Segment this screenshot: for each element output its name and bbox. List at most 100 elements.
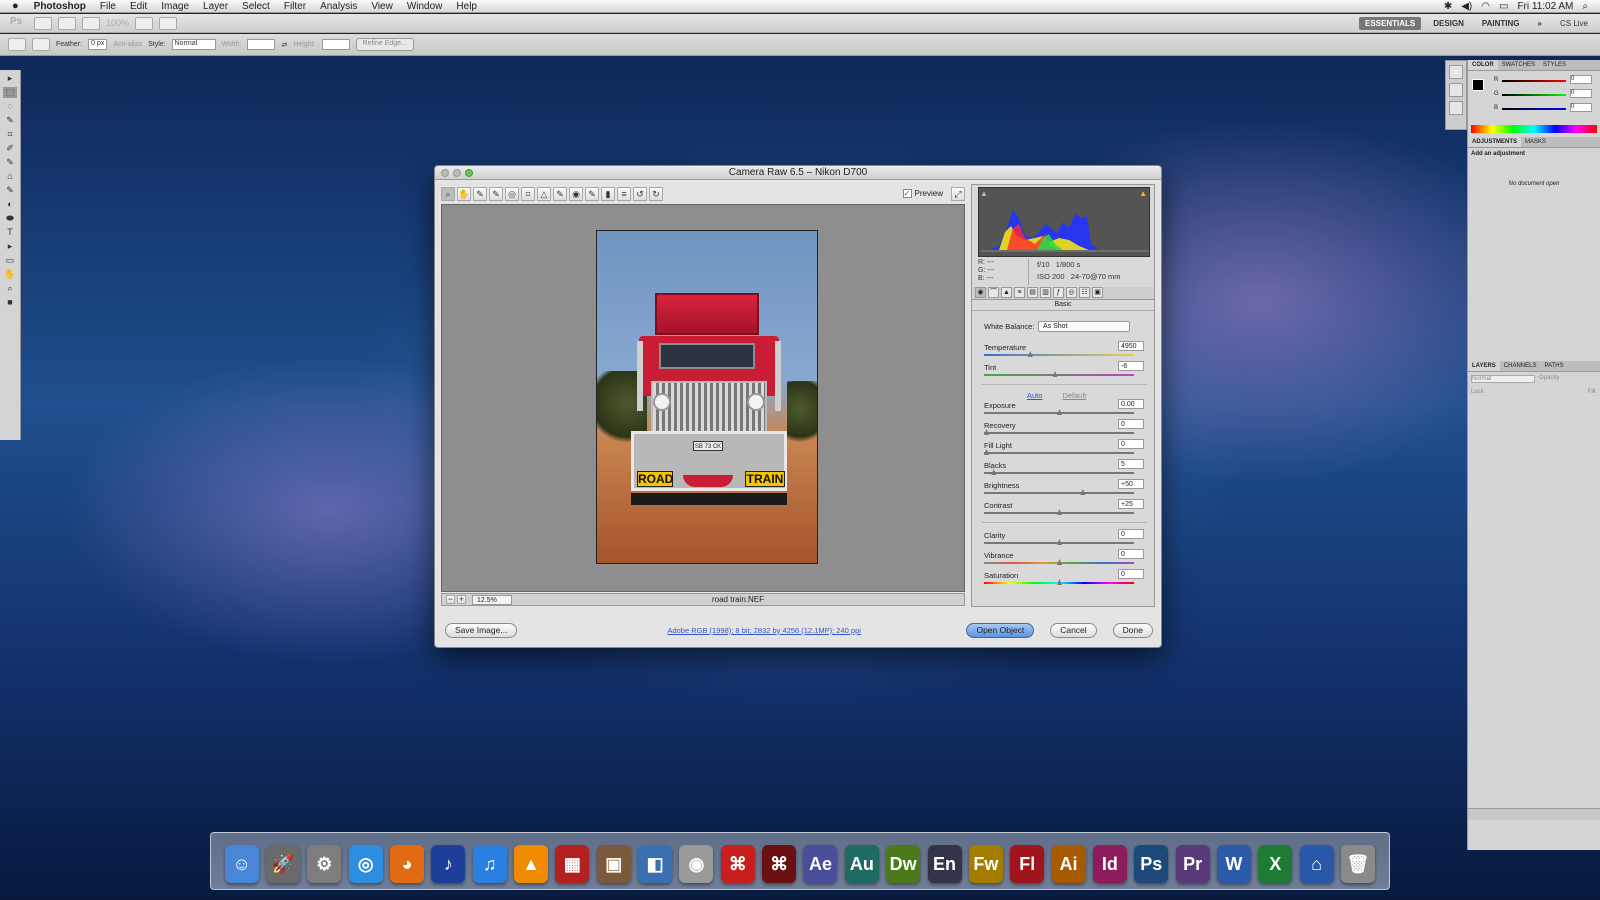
tab-color[interactable]: COLOR bbox=[1468, 60, 1498, 70]
view-extras-button[interactable] bbox=[82, 16, 100, 30]
zoom-select[interactable]: 12.5% bbox=[472, 594, 512, 605]
green-slider[interactable] bbox=[1502, 94, 1566, 96]
spotlight-icon[interactable]: ⌕ bbox=[1582, 1, 1588, 12]
slider-value-input[interactable]: 0 bbox=[1118, 549, 1144, 559]
straighten-tool-icon[interactable]: △ bbox=[537, 186, 551, 201]
bluetooth-icon[interactable]: ✱ bbox=[1444, 1, 1452, 12]
after-effects-icon[interactable]: Ae bbox=[803, 845, 838, 883]
bridge-button[interactable] bbox=[34, 16, 52, 30]
tool-13-icon[interactable]: ▭ bbox=[3, 255, 17, 266]
color-sampler-tool-icon[interactable]: ✎ bbox=[489, 186, 503, 201]
workspace-essentials[interactable]: ESSENTIALS bbox=[1358, 16, 1422, 30]
tool-4-icon[interactable]: ⌗ bbox=[3, 129, 17, 140]
system-preferences-icon[interactable]: ⚙ bbox=[307, 845, 342, 883]
blue-value[interactable]: 0 bbox=[1570, 103, 1592, 112]
menu-file[interactable]: File bbox=[93, 1, 123, 12]
tab-paths[interactable]: PATHS bbox=[1540, 361, 1567, 371]
safari-icon[interactable]: ◎ bbox=[348, 845, 383, 883]
dreamweaver-icon[interactable]: Dw bbox=[886, 845, 921, 883]
volume-icon[interactable]: ◀) bbox=[1461, 1, 1472, 12]
split-toning-tab-icon[interactable]: ▤ bbox=[1027, 287, 1038, 298]
acrobat-pro-icon[interactable]: ⌘ bbox=[762, 845, 797, 883]
more-workspaces-button[interactable]: » bbox=[1532, 17, 1548, 30]
tool-0-icon[interactable]: ▸ bbox=[3, 73, 17, 84]
adjustment-brush-icon[interactable]: ✎ bbox=[585, 186, 599, 201]
slider-value-input[interactable]: +25 bbox=[1118, 499, 1144, 509]
tab-styles[interactable]: STYLES bbox=[1539, 60, 1570, 70]
tab-masks[interactable]: MASKS bbox=[1521, 137, 1550, 147]
brush-presets-icon[interactable] bbox=[1449, 83, 1463, 97]
excel-icon[interactable]: X bbox=[1258, 845, 1293, 883]
hand-tool-icon[interactable]: ✋ bbox=[457, 186, 471, 201]
menu-help[interactable]: Help bbox=[449, 1, 484, 12]
red-slider[interactable] bbox=[1502, 80, 1566, 82]
tool-14-icon[interactable]: ✋ bbox=[3, 269, 17, 280]
swap-icon[interactable]: ⇄ bbox=[281, 41, 287, 49]
auto-link[interactable]: Auto bbox=[1027, 391, 1042, 400]
tool-11-icon[interactable]: T bbox=[3, 227, 17, 238]
marquee-preset-button[interactable] bbox=[8, 38, 26, 51]
slider-track[interactable] bbox=[984, 492, 1134, 494]
firefox-icon[interactable]: ◕ bbox=[390, 845, 425, 883]
tool-5-icon[interactable]: ✐ bbox=[3, 143, 17, 154]
apple-icon[interactable]: ● bbox=[0, 0, 27, 12]
green-value[interactable]: 0 bbox=[1570, 89, 1592, 98]
rotate-right-icon[interactable]: ↻ bbox=[649, 186, 663, 201]
slider-value-input[interactable]: 0 bbox=[1118, 419, 1144, 429]
slider-value-input[interactable]: 0 bbox=[1118, 529, 1144, 539]
hsl-tab-icon[interactable]: ≡ bbox=[1014, 287, 1025, 298]
antialias-checkbox[interactable]: Anti-alias bbox=[113, 41, 142, 48]
tab-layers[interactable]: LAYERS bbox=[1468, 361, 1500, 371]
preview-icon[interactable]: ◧ bbox=[638, 845, 673, 883]
home-icon[interactable]: ⌂ bbox=[1299, 845, 1334, 883]
red-eye-icon[interactable]: ◉ bbox=[569, 186, 583, 201]
word-icon[interactable]: W bbox=[1216, 845, 1251, 883]
image-preview-area[interactable]: SB 73 CK ROAD TRAIN bbox=[441, 204, 965, 592]
workspace-design[interactable]: DESIGN bbox=[1427, 17, 1470, 30]
dvd-player-icon[interactable]: ◉ bbox=[679, 845, 714, 883]
blue-slider[interactable] bbox=[1502, 108, 1566, 110]
tab-swatches[interactable]: SWATCHES bbox=[1498, 60, 1539, 70]
slider-value-input[interactable]: 0 bbox=[1118, 439, 1144, 449]
tool-7-icon[interactable]: ⌂ bbox=[3, 171, 17, 182]
preview-toggle[interactable]: ✓ Preview bbox=[902, 189, 943, 198]
slider-value-input[interactable]: 4950 bbox=[1118, 341, 1144, 351]
spot-removal-icon[interactable]: ✎ bbox=[553, 186, 567, 201]
detail-tab-icon[interactable]: ▲ bbox=[1001, 287, 1012, 298]
screen-mode-button[interactable] bbox=[159, 16, 178, 30]
tab-channels[interactable]: CHANNELS bbox=[1500, 361, 1541, 371]
close-icon[interactable] bbox=[441, 169, 449, 177]
foreground-swatch[interactable] bbox=[1472, 79, 1484, 91]
tool-10-icon[interactable]: ⬬ bbox=[3, 213, 17, 224]
trash-icon[interactable]: 🗑 bbox=[1340, 845, 1375, 883]
snapshots-tab-icon[interactable]: ▣ bbox=[1092, 287, 1103, 298]
menu-image[interactable]: Image bbox=[154, 1, 196, 12]
arrange-documents-button[interactable] bbox=[135, 16, 154, 30]
graduated-filter-icon[interactable]: ▮ bbox=[601, 186, 615, 201]
launchpad-icon[interactable]: 🚀 bbox=[266, 845, 301, 883]
basic-tab-icon[interactable]: ◉ bbox=[975, 287, 986, 298]
open-object-button[interactable]: Open Object bbox=[966, 622, 1035, 638]
default-link[interactable]: Default bbox=[1062, 391, 1086, 400]
selection-mode-button[interactable] bbox=[32, 38, 50, 51]
workflow-options-link[interactable]: Adobe RGB (1998); 8 bit; 2832 by 4256 (1… bbox=[667, 626, 860, 635]
illustrator-icon[interactable]: Ai bbox=[1051, 845, 1086, 883]
style-select[interactable]: Normal bbox=[171, 39, 216, 50]
character-icon[interactable] bbox=[1449, 101, 1463, 115]
menu-analysis[interactable]: Analysis bbox=[313, 1, 364, 12]
tone-curve-tab-icon[interactable]: ⌒ bbox=[988, 287, 999, 298]
slider-track[interactable] bbox=[984, 432, 1134, 434]
tool-12-icon[interactable]: ▸ bbox=[3, 241, 17, 252]
cs-live-button[interactable]: CS Live bbox=[1554, 17, 1600, 30]
tool-3-icon[interactable]: ✎ bbox=[3, 115, 17, 126]
acrobat-icon[interactable]: ⌘ bbox=[720, 845, 755, 883]
slider-track[interactable] bbox=[984, 374, 1134, 376]
slider-value-input[interactable]: 0.00 bbox=[1118, 399, 1144, 409]
menu-layer[interactable]: Layer bbox=[196, 1, 235, 12]
highlight-clipping-icon[interactable]: ▲ bbox=[1139, 189, 1147, 198]
encore-icon[interactable]: En bbox=[927, 845, 962, 883]
shadow-clipping-icon[interactable]: ▲ bbox=[980, 189, 988, 198]
finder-icon[interactable]: ☺ bbox=[224, 845, 259, 883]
cancel-button[interactable]: Cancel bbox=[1050, 622, 1097, 638]
wifi-icon[interactable]: ◠ bbox=[1481, 1, 1490, 12]
